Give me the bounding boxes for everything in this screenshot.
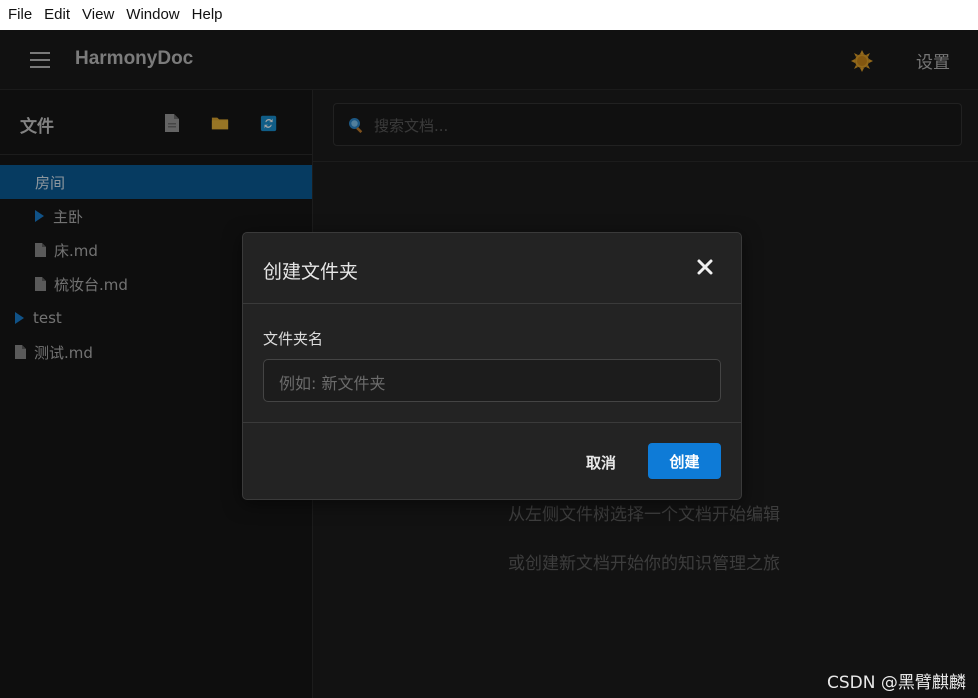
menu-file[interactable]: File [2,0,38,30]
os-menubar: File Edit View Window Help [0,0,978,30]
dialog-header: 创建文件夹 [243,233,741,304]
dialog-body: 文件夹名 例如: 新文件夹 [243,304,741,423]
menu-window[interactable]: Window [120,0,185,30]
menu-view[interactable]: View [76,0,120,30]
cancel-button[interactable]: 取消 [577,445,625,480]
folder-name-input[interactable]: 例如: 新文件夹 [263,359,721,402]
dialog-title: 创建文件夹 [263,261,359,283]
watermark: CSDN @黑臂麒麟 [827,673,966,693]
menu-help[interactable]: Help [186,0,229,30]
folder-name-placeholder: 例如: 新文件夹 [279,374,386,393]
create-button[interactable]: 创建 [648,443,721,479]
close-icon[interactable] [696,258,714,276]
folder-name-label: 文件夹名 [263,330,324,348]
menu-edit[interactable]: Edit [38,0,76,30]
create-folder-dialog: 创建文件夹 文件夹名 例如: 新文件夹 取消 创建 [242,232,742,500]
